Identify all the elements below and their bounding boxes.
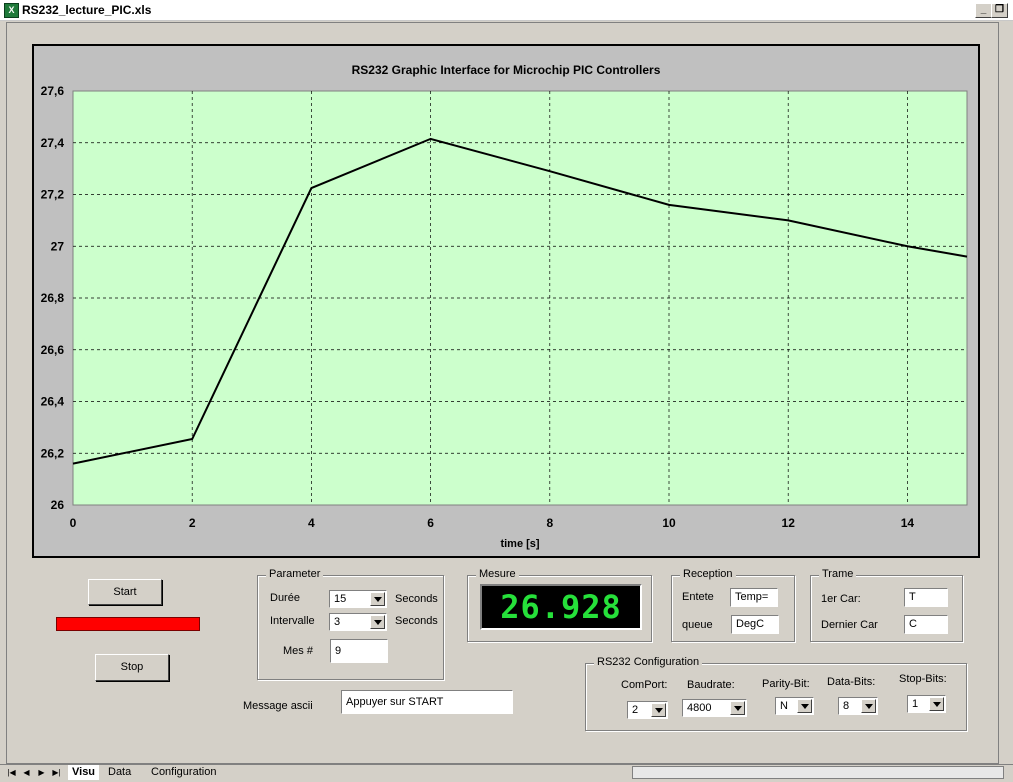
stop-button[interactable]: Stop — [95, 654, 169, 681]
x-tick-label: 8 — [546, 516, 553, 530]
baudrate-value: 4800 — [687, 702, 712, 714]
mes-field[interactable]: 9 — [330, 639, 388, 663]
stopbits-label: Stop-Bits: — [899, 673, 947, 685]
entete-label: Entete — [682, 591, 714, 603]
excel-icon: X — [4, 3, 19, 18]
duree-unit: Seconds — [395, 593, 438, 605]
y-tick-label: 27,2 — [41, 188, 65, 202]
prev-sheet-icon[interactable]: ◀ — [21, 767, 32, 779]
comport-select[interactable]: 2 — [627, 701, 668, 719]
intervalle-select[interactable]: 3 — [329, 613, 387, 631]
y-tick-label: 26,6 — [41, 343, 65, 357]
y-tick-label: 26,2 — [41, 446, 65, 460]
next-sheet-icon[interactable]: ▶ — [36, 767, 47, 779]
stopbits-value: 1 — [912, 698, 919, 710]
intervalle-label: Intervalle — [270, 615, 315, 627]
last-sheet-icon[interactable]: ▶| — [51, 767, 62, 779]
vertical-scrollbar[interactable] — [998, 22, 1013, 764]
message-field[interactable]: Appuyer sur START — [341, 690, 513, 714]
entete-field[interactable]: Temp= — [730, 588, 778, 607]
intervalle-value: 3 — [334, 616, 341, 628]
y-tick-label: 27,4 — [41, 136, 65, 150]
first-char-field[interactable]: T — [904, 588, 948, 607]
window-title: RS232_lecture_PIC.xls — [22, 3, 152, 17]
mesure-group-title: Mesure — [476, 568, 519, 580]
comport-value: 2 — [632, 704, 639, 716]
comport-label: ComPort: — [621, 679, 668, 691]
intervalle-unit: Seconds — [395, 615, 438, 627]
x-tick-label: 4 — [308, 516, 315, 530]
rs232-config-group-title: RS232 Configuration — [594, 656, 703, 668]
tab-data[interactable]: Data — [104, 765, 135, 780]
parity-label: Parity-Bit: — [762, 678, 810, 690]
duree-value: 15 — [334, 593, 347, 605]
parity-value: N — [780, 700, 788, 712]
first-char-label: 1er Car: — [821, 593, 861, 605]
y-tick-label: 26 — [51, 498, 65, 512]
last-char-field[interactable]: C — [904, 615, 948, 634]
chevron-down-icon[interactable] — [797, 699, 812, 713]
message-label: Message ascii — [243, 700, 313, 712]
y-tick-label: 27,6 — [41, 84, 65, 98]
last-char-label: Dernier Car — [821, 619, 878, 631]
duree-label: Durée — [270, 592, 300, 604]
parity-select[interactable]: N — [775, 697, 814, 715]
start-button[interactable]: Start — [88, 579, 162, 605]
databits-label: Data-Bits: — [827, 676, 876, 688]
mes-label: Mes # — [283, 645, 313, 657]
tab-configuration[interactable]: Configuration — [147, 765, 220, 780]
y-tick-label: 26,8 — [41, 291, 65, 305]
measurement-display: 26.928 — [480, 584, 642, 630]
y-tick-label: 26,4 — [41, 395, 65, 409]
title-bar: X RS232_lecture_PIC.xls _ ❐ — [0, 0, 1013, 21]
queue-field[interactable]: DegC — [731, 615, 779, 634]
restore-button[interactable]: ❐ — [991, 3, 1008, 18]
first-sheet-icon[interactable]: |◀ — [6, 767, 17, 779]
x-tick-label: 2 — [189, 516, 196, 530]
x-tick-label: 14 — [901, 516, 915, 530]
status-indicator-bar — [56, 617, 200, 631]
chevron-down-icon[interactable] — [861, 699, 876, 713]
stopbits-select[interactable]: 1 — [907, 695, 946, 713]
queue-label: queue — [682, 619, 713, 631]
reception-group-title: Reception — [680, 568, 736, 580]
chevron-down-icon[interactable] — [730, 701, 745, 715]
baudrate-select[interactable]: 4800 — [682, 699, 747, 717]
chart-plot: 26 26,2 26,4 26,6 26,8 27 27,2 27,4 27,6 0 2 4 6 8 10… — [41, 84, 968, 550]
x-tick-label: 6 — [427, 516, 434, 530]
chevron-down-icon[interactable] — [651, 703, 666, 717]
chevron-down-icon[interactable] — [929, 697, 944, 711]
databits-select[interactable]: 8 — [838, 697, 878, 715]
trame-group-title: Trame — [819, 568, 857, 580]
databits-value: 8 — [843, 700, 850, 712]
horizontal-scrollbar[interactable] — [632, 766, 1004, 779]
x-tick-label: 10 — [662, 516, 676, 530]
chart-frame: RS232 Graphic Interface for Microchip PI… — [32, 44, 980, 558]
parameter-group-title: Parameter — [266, 568, 324, 580]
duree-select[interactable]: 15 — [329, 590, 387, 608]
y-tick-label: 27 — [51, 239, 65, 253]
minimize-button[interactable]: _ — [975, 3, 992, 18]
x-tick-label: 12 — [782, 516, 796, 530]
chevron-down-icon[interactable] — [370, 592, 385, 606]
tab-visu[interactable]: Visu — [68, 765, 100, 780]
x-tick-label: 0 — [70, 516, 77, 530]
chevron-down-icon[interactable] — [370, 615, 385, 629]
baudrate-label: Baudrate: — [687, 679, 735, 691]
x-axis-label: time [s] — [500, 538, 539, 550]
